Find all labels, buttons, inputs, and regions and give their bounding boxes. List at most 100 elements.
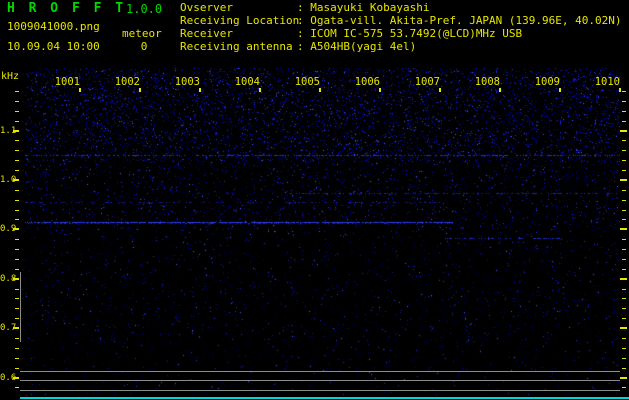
freq-axis-label: 1.0 — [0, 174, 17, 185]
meteor-count-value: 0 — [140, 40, 148, 53]
freq-tick-minor — [15, 219, 19, 221]
freq-tick-minor — [622, 189, 626, 191]
freq-tick-minor — [622, 387, 626, 389]
info-row-antenna: Receiving antenna A504HB(yagi 4el) — [180, 40, 622, 53]
freq-tick-minor — [622, 258, 626, 260]
time-tick — [139, 88, 141, 92]
freq-tick-minor — [15, 209, 19, 211]
freq-tick-major — [620, 327, 627, 330]
level-axis-vertical-line — [20, 272, 21, 342]
app-title: H R O F F T — [7, 1, 127, 16]
freq-tick-minor — [15, 318, 19, 320]
time-axis-label: 1010 — [594, 76, 620, 88]
spectrogram-canvas — [25, 68, 620, 396]
info-value: A504HB(yagi 4el) — [297, 40, 416, 53]
freq-tick-minor — [622, 357, 626, 359]
freq-tick-minor — [622, 288, 626, 290]
time-tick — [199, 88, 201, 92]
freq-tick-major — [620, 228, 627, 231]
freq-axis-label: 0.8 — [0, 273, 17, 284]
freq-tick-minor — [15, 258, 19, 260]
info-label: Receiving antenna — [180, 40, 293, 53]
freq-tick-minor — [15, 387, 19, 389]
freq-tick-minor — [622, 209, 626, 211]
freq-tick-minor — [622, 298, 626, 300]
freq-tick-minor — [15, 120, 19, 122]
freq-tick-minor — [15, 160, 19, 162]
time-tick — [79, 88, 81, 92]
freq-axis-unit: kHz — [1, 71, 20, 82]
time-axis-label: 1008 — [474, 76, 500, 88]
info-row-location: Receiving LocationOgata-vill. Akita-Pref… — [180, 14, 622, 27]
info-value: Masayuki Kobayashi — [297, 1, 429, 14]
freq-tick-minor — [15, 170, 19, 172]
freq-axis-label: 0.6 — [0, 372, 17, 383]
time-axis-label: 1004 — [234, 76, 260, 88]
freq-tick-minor — [15, 110, 19, 112]
freq-tick-minor — [622, 110, 626, 112]
hrofft-screen: H R O F F T 1.0.0 1009041000.png meteor … — [0, 0, 629, 400]
app-version: 1.0.0 — [126, 2, 163, 16]
freq-tick-minor — [15, 338, 19, 339]
info-label: Receiver — [180, 27, 233, 40]
info-row-receiver: Receiver ICOM IC-575 53.7492(@LCD)MHz USB — [180, 27, 622, 40]
freq-axis-label: 0.9 — [0, 224, 17, 235]
freq-tick-major — [620, 129, 627, 132]
freq-tick-minor — [622, 150, 626, 152]
info-label: Receiving Location — [180, 14, 300, 27]
time-axis-label: 1003 — [174, 76, 200, 88]
freq-tick-minor — [15, 91, 19, 92]
freq-tick-minor — [622, 170, 626, 172]
time-tick — [619, 88, 621, 92]
freq-tick-minor — [622, 140, 626, 142]
info-label: Ovserver — [180, 1, 233, 14]
time-tick — [259, 88, 261, 92]
freq-tick-major — [620, 178, 627, 181]
time-tick — [499, 88, 501, 92]
freq-tick-minor — [15, 308, 19, 310]
time-axis-label: 1005 — [294, 76, 320, 88]
freq-tick-minor — [622, 268, 626, 270]
freq-tick-minor — [622, 249, 626, 251]
station-info-block: Ovserver Masayuki Kobayashi Receiving Loc… — [180, 1, 622, 53]
freq-axis-label: 1.1 — [0, 125, 17, 136]
info-value: ICOM IC-575 53.7492(@LCD)MHz USB — [297, 27, 522, 40]
file-name: 1009041000.png — [7, 20, 100, 33]
signal-level-trace — [20, 397, 629, 399]
freq-tick-minor — [622, 308, 626, 310]
freq-tick-minor — [622, 120, 626, 122]
freq-tick-minor — [15, 199, 19, 201]
freq-tick-minor — [15, 357, 19, 359]
freq-tick-minor — [15, 189, 19, 191]
freq-tick-minor — [15, 150, 19, 152]
freq-tick-minor — [15, 288, 19, 290]
time-tick — [439, 88, 441, 92]
level-gridline — [20, 390, 620, 391]
freq-tick-minor — [622, 239, 626, 241]
freq-tick-minor — [15, 100, 19, 102]
time-tick — [319, 88, 321, 92]
freq-tick-minor — [15, 239, 19, 241]
info-row-observer: Ovserver Masayuki Kobayashi — [180, 1, 622, 14]
time-axis-label: 1007 — [414, 76, 440, 88]
freq-tick-minor — [622, 318, 626, 320]
time-tick — [559, 88, 561, 92]
freq-tick-minor — [15, 367, 19, 369]
freq-tick-minor — [622, 367, 626, 369]
time-axis-label: 1009 — [534, 76, 560, 88]
freq-tick-major — [620, 277, 627, 280]
freq-tick-minor — [15, 298, 19, 300]
freq-tick-minor — [622, 219, 626, 221]
freq-tick-minor — [622, 347, 626, 349]
observation-datetime: 10.09.04 10:00 — [7, 40, 100, 53]
meteor-count-label: meteor — [122, 27, 162, 40]
freq-tick-minor — [15, 249, 19, 251]
freq-tick-major — [620, 376, 627, 379]
freq-tick-minor — [15, 347, 19, 349]
freq-tick-minor — [15, 140, 19, 142]
freq-tick-minor — [622, 91, 626, 92]
time-tick — [379, 88, 381, 92]
time-axis-label: 1006 — [354, 76, 380, 88]
level-gridline — [20, 371, 620, 372]
freq-axis-label: 0.7 — [0, 323, 17, 334]
